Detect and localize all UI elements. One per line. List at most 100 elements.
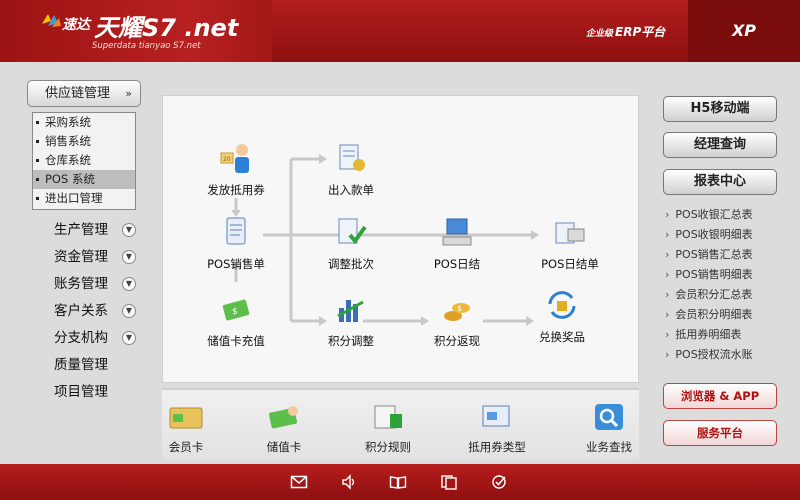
supply-chain-menu-button[interactable]: 供应链管理 » bbox=[27, 80, 141, 107]
report-link-pos-cash-summary[interactable]: POS收银汇总表 bbox=[665, 206, 752, 224]
node-label: POS销售单 bbox=[207, 257, 265, 271]
bottom-label: 储值卡 bbox=[266, 440, 302, 454]
nav-item-label: 客户关系 bbox=[54, 303, 108, 319]
service-platform-button[interactable]: 服务平台 bbox=[663, 420, 777, 446]
coins-icon: $ bbox=[444, 303, 470, 321]
svg-text:$: $ bbox=[457, 304, 462, 313]
check-icon[interactable] bbox=[490, 474, 508, 490]
nav-item-production[interactable]: 生产管理 ▼ bbox=[54, 220, 140, 240]
clipboard-icon bbox=[226, 217, 246, 245]
book-icon[interactable] bbox=[389, 474, 407, 490]
bottom-member-card[interactable]: 会员卡 bbox=[164, 402, 208, 455]
node-label: POS日结 bbox=[433, 257, 481, 271]
node-pos-daily-statement[interactable]: POS日结单 bbox=[531, 215, 609, 272]
nav-item-label: 资金管理 bbox=[54, 249, 108, 265]
report-link-pos-sales-summary[interactable]: POS销售汇总表 bbox=[665, 246, 752, 264]
supply-chain-submenu: 采购系统 销售系统 仓库系统 POS 系统 进出口管理 bbox=[32, 112, 136, 210]
checked-document-icon bbox=[338, 218, 367, 245]
node-pos-daily[interactable]: POS日结 bbox=[426, 215, 488, 272]
node-pos-sales[interactable]: POS销售单 bbox=[201, 215, 271, 272]
node-label: 积分返现 bbox=[434, 334, 480, 348]
browser-app-button[interactable]: 浏览器 & APP bbox=[663, 383, 777, 409]
computer-icon bbox=[442, 218, 472, 246]
node-adjust-batch[interactable]: 调整批次 bbox=[316, 215, 386, 272]
left-nav: 供应链管理 » 采购系统 销售系统 仓库系统 POS 系统 进出口管理 生产管理… bbox=[0, 62, 155, 464]
node-points-adjust[interactable]: 积分调整 bbox=[316, 292, 386, 349]
right-panel: H5移动端 经理查询 报表中心 POS收银汇总表 POS收银明细表 POS销售汇… bbox=[655, 62, 800, 464]
logo-subtitle: Superdata tianyao S7.net bbox=[92, 41, 201, 51]
submenu-item-purchase[interactable]: 采购系统 bbox=[33, 113, 135, 132]
nav-item-label: 账务管理 bbox=[54, 276, 108, 292]
node-redeem-prize[interactable]: 兑换奖品 bbox=[531, 288, 593, 345]
supply-chain-label: 供应链管理 bbox=[45, 86, 111, 101]
node-label: 发放抵用券 bbox=[207, 183, 265, 197]
bottom-label: 业务查找 bbox=[586, 440, 632, 454]
report-link-pos-auth-journal[interactable]: POS授权流水账 bbox=[665, 346, 752, 364]
nav-item-label: 分支机构 bbox=[54, 330, 108, 346]
pos-flow-panel: 20 发放抵用券 POS销售单 $ 储值卡充值 出入款单 调整批次 积分调整 P… bbox=[162, 95, 639, 383]
nav-item-label: 项目管理 bbox=[54, 384, 108, 400]
stored-card-icon bbox=[269, 406, 298, 429]
submenu-item-warehouse[interactable]: 仓库系统 bbox=[33, 151, 135, 170]
bar-chart-icon bbox=[337, 300, 364, 322]
submenu-item-import-export[interactable]: 进出口管理 bbox=[33, 189, 135, 208]
bottom-stored-card[interactable]: 储值卡 bbox=[262, 402, 306, 455]
bottom-label: 积分规则 bbox=[365, 440, 411, 454]
chevron-down-icon: ▼ bbox=[122, 331, 136, 345]
report-link-pos-sales-detail[interactable]: POS销售明细表 bbox=[665, 266, 752, 284]
nav-item-quality[interactable]: 质量管理 bbox=[54, 355, 140, 375]
bottom-business-search[interactable]: 业务查找 bbox=[582, 402, 636, 455]
bottom-points-rules[interactable]: 积分规则 bbox=[360, 402, 416, 455]
report-link-voucher-detail[interactable]: 抵用券明细表 bbox=[665, 326, 741, 344]
report-center-button[interactable]: 报表中心 bbox=[663, 169, 777, 195]
node-issue-voucher[interactable]: 20 发放抵用券 bbox=[201, 141, 271, 198]
money-card-icon: $ bbox=[222, 299, 250, 321]
node-label: 调整批次 bbox=[328, 257, 374, 271]
node-label: 储值卡充值 bbox=[207, 334, 265, 348]
submenu-item-pos[interactable]: POS 系统 bbox=[33, 170, 135, 189]
voucher-types-icon bbox=[482, 405, 510, 427]
svg-text:20: 20 bbox=[223, 156, 231, 163]
manager-query-button[interactable]: 经理查询 bbox=[663, 132, 777, 158]
nav-item-branches[interactable]: 分支机构 ▼ bbox=[54, 328, 140, 348]
nav-item-projects[interactable]: 项目管理 bbox=[54, 382, 140, 402]
chevron-down-icon: ▼ bbox=[122, 223, 136, 237]
bottom-voucher-types[interactable]: 抵用券类型 bbox=[464, 402, 530, 455]
copy-icon[interactable] bbox=[440, 474, 458, 490]
nav-item-funds[interactable]: 资金管理 ▼ bbox=[54, 247, 140, 267]
bottom-label: 会员卡 bbox=[168, 440, 204, 454]
nav-item-label: 质量管理 bbox=[54, 357, 108, 373]
logo-block: 速达 天耀S7 .net Superdata tianyao S7.net bbox=[0, 0, 272, 62]
logo-small-text: 速达 bbox=[62, 17, 90, 33]
nav-item-crm[interactable]: 客户关系 ▼ bbox=[54, 301, 140, 321]
voucher-person-icon: 20 bbox=[220, 144, 249, 173]
logo-mark-icon bbox=[42, 14, 61, 27]
chevron-down-icon: » bbox=[125, 87, 132, 100]
chevron-down-icon: ▼ bbox=[122, 304, 136, 318]
erp-prefix: 企业级 bbox=[586, 29, 614, 39]
nav-item-label: 生产管理 bbox=[54, 222, 108, 238]
xp-badge[interactable]: XP bbox=[688, 0, 800, 62]
cash-document-icon bbox=[339, 144, 365, 171]
statement-icon bbox=[555, 222, 585, 244]
erp-platform-label: 企业级 ERP平台 bbox=[586, 23, 665, 40]
node-points-cashback[interactable]: $ 积分返现 bbox=[426, 292, 488, 349]
erp-text: ERP平台 bbox=[615, 25, 666, 39]
report-link-member-points-detail[interactable]: 会员积分明细表 bbox=[665, 306, 752, 324]
mail-icon[interactable] bbox=[290, 474, 308, 490]
nav-item-accounting[interactable]: 账务管理 ▼ bbox=[54, 274, 140, 294]
h5-mobile-button[interactable]: H5移动端 bbox=[663, 96, 777, 122]
report-link-member-points-summary[interactable]: 会员积分汇总表 bbox=[665, 286, 752, 304]
chevron-down-icon: ▼ bbox=[122, 277, 136, 291]
header-bar: 速达 天耀S7 .net Superdata tianyao S7.net 企业… bbox=[0, 0, 800, 62]
node-stored-card-topup[interactable]: $ 储值卡充值 bbox=[201, 292, 271, 349]
chevron-down-icon: ▼ bbox=[122, 250, 136, 264]
bottom-toolbar: 会员卡 储值卡 积分规则 抵用券类型 业务查找 bbox=[162, 388, 639, 460]
node-label: 兑换奖品 bbox=[539, 330, 585, 344]
sound-icon[interactable] bbox=[340, 474, 358, 490]
node-cash-in-out[interactable]: 出入款单 bbox=[316, 141, 386, 198]
report-link-pos-cash-detail[interactable]: POS收银明细表 bbox=[665, 226, 752, 244]
node-label: POS日结单 bbox=[541, 257, 599, 271]
bottom-label: 抵用券类型 bbox=[468, 440, 526, 454]
submenu-item-sales[interactable]: 销售系统 bbox=[33, 132, 135, 151]
